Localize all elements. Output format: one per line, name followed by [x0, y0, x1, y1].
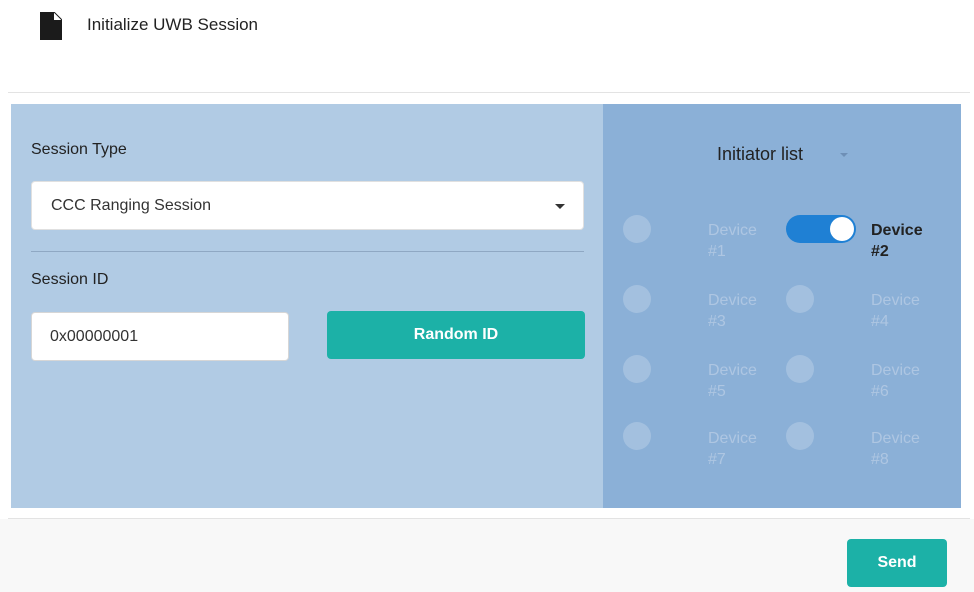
session-panel: Session Type CCC Ranging Session Session… [11, 104, 961, 508]
device-6-toggle[interactable] [786, 355, 814, 383]
session-type-label: Session Type [31, 141, 127, 158]
dialog-header: Initialize UWB Session [0, 0, 974, 92]
device-3-label: Device #3 [708, 292, 757, 330]
initiator-panel: Initiator list Device #1 Device #2 Device #… [603, 104, 961, 508]
device-1-toggle[interactable] [623, 215, 651, 243]
device-7-toggle[interactable] [623, 422, 651, 450]
device-8-label: Device #8 [871, 430, 920, 468]
session-id-input[interactable] [31, 312, 289, 361]
document-icon [40, 12, 62, 40]
chevron-down-icon[interactable] [840, 153, 848, 157]
chevron-down-icon [555, 204, 565, 209]
device-8-toggle[interactable] [786, 422, 814, 450]
device-3-toggle[interactable] [623, 285, 651, 313]
send-button[interactable]: Send [847, 539, 947, 587]
device-2-label: Device #2 [871, 222, 923, 260]
dialog-title: Initialize UWB Session [87, 15, 259, 34]
device-5-toggle[interactable] [623, 355, 651, 383]
header-divider [8, 92, 970, 93]
device-7-label: Device #7 [708, 430, 757, 468]
random-id-button[interactable]: Random ID [327, 311, 585, 359]
section-divider [31, 251, 584, 252]
session-type-select[interactable]: CCC Ranging Session [31, 181, 584, 230]
device-2-toggle[interactable] [786, 215, 856, 243]
device-4-label: Device #4 [871, 292, 920, 330]
device-5-label: Device #5 [708, 362, 757, 400]
device-1-label: Device #1 [708, 222, 757, 260]
initiator-list-title[interactable]: Initiator list [717, 144, 803, 165]
session-id-label: Session ID [31, 271, 109, 288]
dialog-footer [0, 519, 974, 592]
device-6-label: Device #6 [871, 362, 920, 400]
toggle-knob [830, 217, 854, 241]
session-settings: Session Type CCC Ranging Session Session… [11, 104, 603, 508]
device-4-toggle[interactable] [786, 285, 814, 313]
session-type-value: CCC Ranging Session [51, 197, 212, 214]
